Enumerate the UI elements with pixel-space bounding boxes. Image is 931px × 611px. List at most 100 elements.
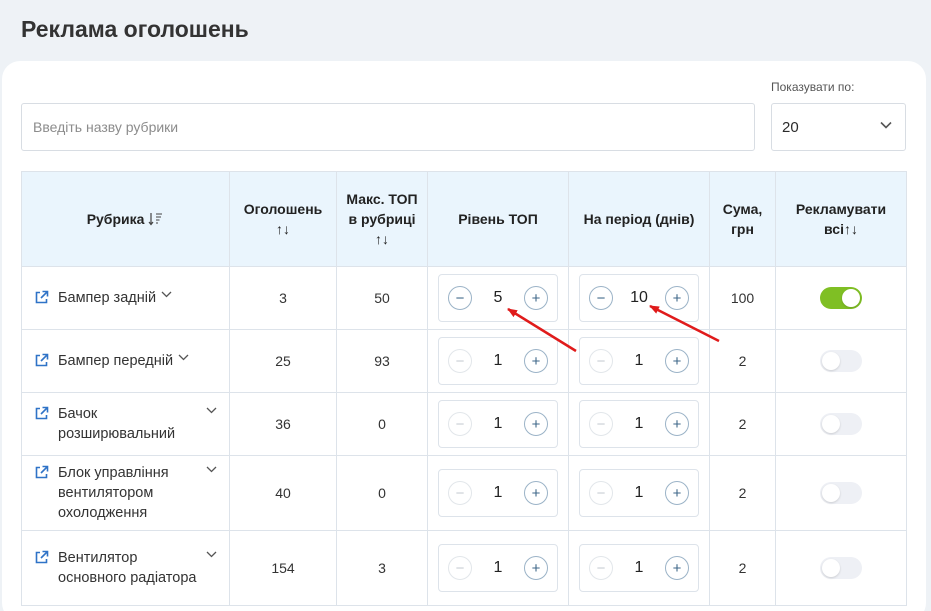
external-link-icon[interactable] xyxy=(34,290,49,305)
promote-toggle[interactable] xyxy=(820,287,862,309)
plus-icon[interactable]: + xyxy=(665,556,689,580)
top-level-stepper[interactable]: − 5 + xyxy=(438,274,558,322)
max-top-cell: 0 xyxy=(336,455,428,531)
ads-count-cell: 36 xyxy=(229,392,337,456)
minus-icon[interactable]: − xyxy=(448,349,472,373)
period-stepper[interactable]: − 1 + xyxy=(579,469,699,517)
table-row: Бачок розширювальний 36 0 − 1 + − 1 + 2 xyxy=(21,392,907,456)
column-header-label: Рівень ТОП xyxy=(458,211,538,227)
plus-icon[interactable]: + xyxy=(524,481,548,505)
minus-icon[interactable]: − xyxy=(448,412,472,436)
external-link-icon[interactable] xyxy=(34,550,49,565)
period-stepper[interactable]: − 1 + xyxy=(579,544,699,592)
rubric-cell: Бачок розширювальний xyxy=(21,392,230,456)
promote-toggle[interactable] xyxy=(820,557,862,579)
sum-cell: 2 xyxy=(709,455,776,531)
top-level-stepper[interactable]: − 1 + xyxy=(438,400,558,448)
period-cell: − 1 + xyxy=(568,530,710,606)
max-top-cell: 50 xyxy=(336,266,428,330)
stepper-value[interactable]: 1 xyxy=(494,559,503,577)
minus-icon[interactable]: − xyxy=(589,412,613,436)
minus-icon[interactable]: − xyxy=(448,481,472,505)
table-row: Блок управління вентилятором охолодження… xyxy=(21,455,907,531)
minus-icon[interactable]: − xyxy=(589,556,613,580)
external-link-icon[interactable] xyxy=(34,353,49,368)
column-header-label: На період (днів) xyxy=(583,211,695,227)
ads-count-cell: 3 xyxy=(229,266,337,330)
top-level-cell: − 5 + xyxy=(427,266,569,330)
chevron-down-icon[interactable] xyxy=(206,407,217,414)
search-input[interactable] xyxy=(21,103,755,151)
rubric-name[interactable]: Вентилятор основного радіатора xyxy=(58,548,198,588)
sum-cell: 100 xyxy=(709,266,776,330)
plus-icon[interactable]: + xyxy=(524,556,548,580)
ads-count-cell: 40 xyxy=(229,455,337,531)
column-header-label: Рекламувати всі xyxy=(795,201,887,237)
minus-icon[interactable]: − xyxy=(448,286,472,310)
rubrics-table: Рубрика Оголошень ↑↓ Макс. ТОП в рубриці… xyxy=(21,171,907,606)
minus-icon[interactable]: − xyxy=(589,481,613,505)
minus-icon[interactable]: − xyxy=(589,286,613,310)
column-header-rubric[interactable]: Рубрика xyxy=(21,171,230,267)
chevron-down-icon[interactable] xyxy=(206,466,217,473)
column-header-label: Оголошень xyxy=(243,201,323,217)
sum-cell: 2 xyxy=(709,329,776,393)
ads-count-cell: 25 xyxy=(229,329,337,393)
plus-icon[interactable]: + xyxy=(665,481,689,505)
stepper-value[interactable]: 1 xyxy=(635,484,644,502)
rubric-name[interactable]: Бачок розширювальний xyxy=(58,404,198,444)
rubric-name[interactable]: Бампер передній xyxy=(58,351,173,371)
promote-cell xyxy=(775,455,907,531)
top-level-stepper[interactable]: − 1 + xyxy=(438,469,558,517)
chevron-down-icon[interactable] xyxy=(206,551,217,558)
sort-arrows-icon: ↑↓ xyxy=(276,221,290,237)
stepper-value[interactable]: 1 xyxy=(635,559,644,577)
external-link-icon[interactable] xyxy=(34,465,49,480)
stepper-value[interactable]: 1 xyxy=(494,352,503,370)
rubric-name[interactable]: Бампер задній xyxy=(58,288,156,308)
column-header-label: Сума, грн xyxy=(722,201,763,237)
sum-cell: 2 xyxy=(709,530,776,606)
stepper-value[interactable]: 10 xyxy=(630,289,648,307)
chevron-down-icon[interactable] xyxy=(178,354,189,361)
minus-icon[interactable]: − xyxy=(448,556,472,580)
stepper-value[interactable]: 5 xyxy=(494,289,503,307)
chevron-down-icon xyxy=(880,121,892,129)
max-top-cell: 93 xyxy=(336,329,428,393)
plus-icon[interactable]: + xyxy=(665,349,689,373)
column-header-period: На період (днів) xyxy=(568,171,710,267)
stepper-value[interactable]: 1 xyxy=(635,415,644,433)
toggle-knob xyxy=(822,484,840,502)
plus-icon[interactable]: + xyxy=(524,349,548,373)
promote-toggle[interactable] xyxy=(820,350,862,372)
rubric-cell: Бампер передній xyxy=(21,329,230,393)
plus-icon[interactable]: + xyxy=(524,412,548,436)
top-level-stepper[interactable]: − 1 + xyxy=(438,337,558,385)
chevron-down-icon[interactable] xyxy=(161,291,172,298)
period-stepper[interactable]: − 1 + xyxy=(579,337,699,385)
minus-icon[interactable]: − xyxy=(589,349,613,373)
stepper-value[interactable]: 1 xyxy=(635,352,644,370)
plus-icon[interactable]: + xyxy=(664,286,689,310)
rubric-name[interactable]: Блок управління вентилятором охолодження xyxy=(58,463,198,523)
top-level-cell: − 1 + xyxy=(427,530,569,606)
column-header-max-top[interactable]: Макс. ТОП в рубриці ↑↓ xyxy=(336,171,428,267)
period-cell: − 1 + xyxy=(568,455,710,531)
period-stepper[interactable]: − 1 + xyxy=(579,400,699,448)
max-top-cell: 3 xyxy=(336,530,428,606)
stepper-value[interactable]: 1 xyxy=(494,415,503,433)
column-header-promote-all[interactable]: Рекламувати всі↑↓ xyxy=(775,171,907,267)
page-size-select[interactable]: 20 xyxy=(771,103,906,151)
promote-toggle[interactable] xyxy=(820,413,862,435)
promote-toggle[interactable] xyxy=(820,482,862,504)
external-link-icon[interactable] xyxy=(34,406,49,421)
column-header-ads[interactable]: Оголошень ↑↓ xyxy=(229,171,337,267)
promote-cell xyxy=(775,329,907,393)
plus-icon[interactable]: + xyxy=(665,412,689,436)
sort-arrows-icon: ↑↓ xyxy=(843,221,858,237)
period-cell: − 10 + xyxy=(568,266,710,330)
stepper-value[interactable]: 1 xyxy=(494,484,503,502)
period-stepper[interactable]: − 10 + xyxy=(579,274,699,322)
top-level-stepper[interactable]: − 1 + xyxy=(438,544,558,592)
plus-icon[interactable]: + xyxy=(524,286,548,310)
